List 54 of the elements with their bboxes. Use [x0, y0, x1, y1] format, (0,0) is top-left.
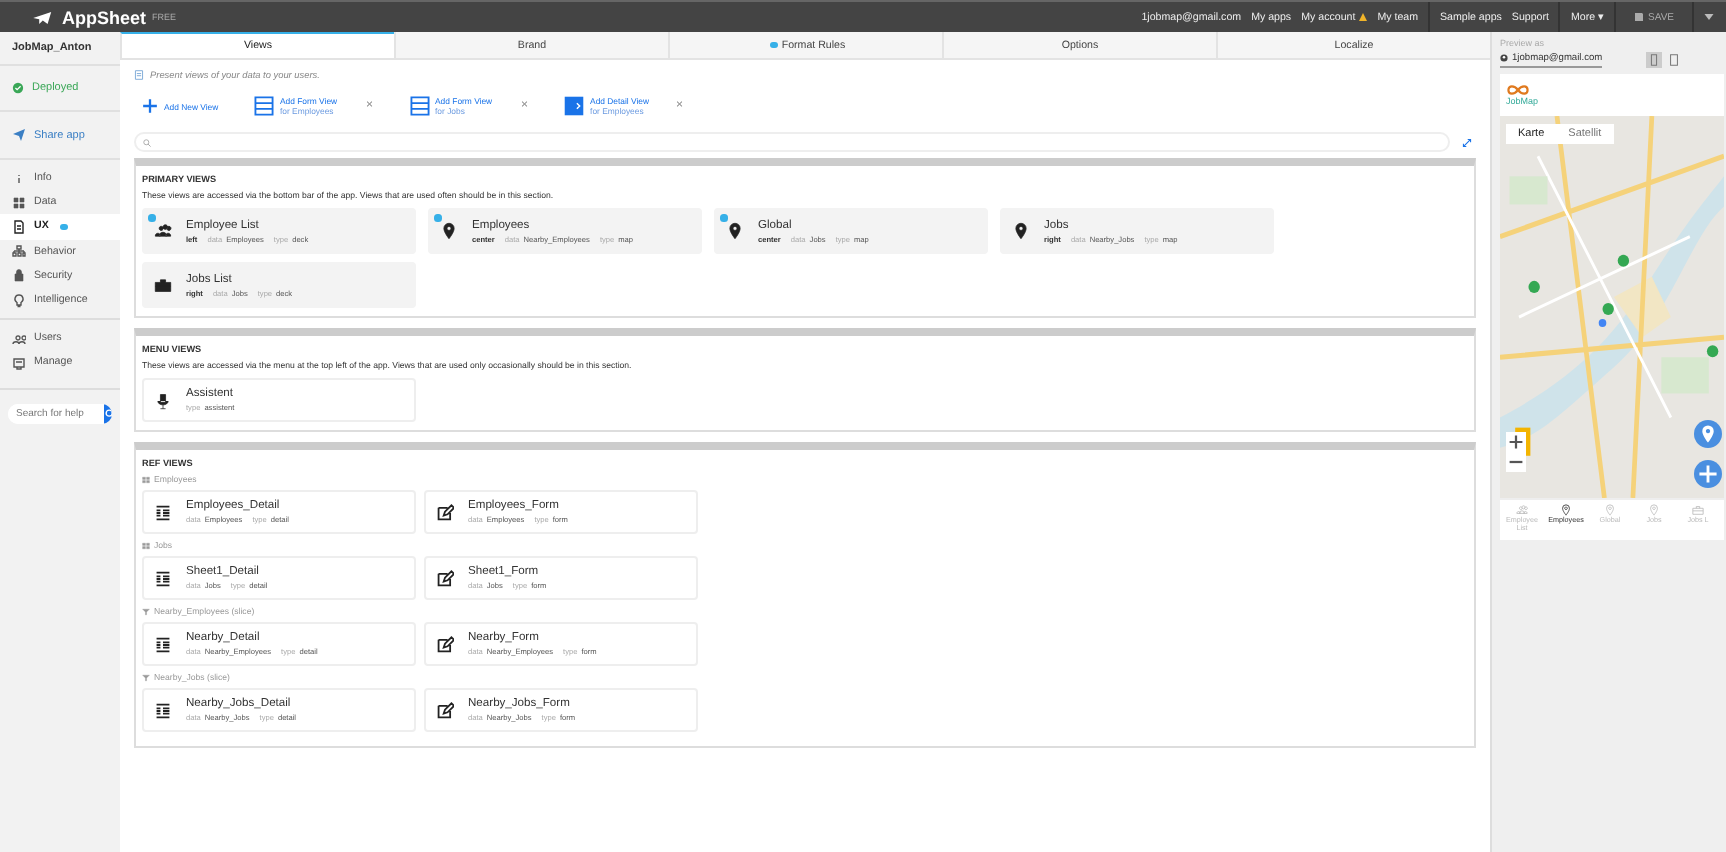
check-circle-icon — [12, 82, 24, 94]
caret-icon[interactable] — [1704, 14, 1714, 20]
briefcase-icon — [154, 276, 172, 294]
phone-button[interactable] — [1646, 52, 1663, 68]
logo-icon — [32, 9, 56, 25]
phone-icon — [1648, 54, 1661, 66]
map-pin-icon — [1560, 504, 1572, 516]
map-pin-icon — [1648, 504, 1660, 516]
form-icon — [409, 96, 430, 116]
info-icon — [12, 171, 26, 186]
brand-name: AppSheet — [62, 7, 147, 27]
microphone-icon — [154, 391, 172, 409]
filter-icon — [142, 673, 150, 681]
user-icon — [1500, 54, 1508, 62]
map-pin-icon — [726, 222, 744, 240]
briefcase-icon — [1692, 504, 1704, 516]
form-icon — [254, 96, 274, 116]
users-icon — [12, 331, 26, 346]
expand-icon[interactable] — [1462, 137, 1472, 147]
plus-icon — [1508, 434, 1524, 450]
edit-icon — [436, 701, 454, 719]
map-pin-icon — [1012, 222, 1030, 240]
tablet-button[interactable] — [1666, 52, 1683, 68]
paper-plane-icon — [12, 128, 26, 142]
people-icon — [154, 222, 172, 240]
lock-icon — [12, 268, 26, 283]
table-icon — [142, 541, 150, 549]
table-icon — [142, 475, 150, 483]
monitor-icon — [12, 355, 26, 370]
detail-list-icon — [154, 569, 172, 587]
document-icon — [12, 219, 26, 234]
map-pin-icon — [440, 222, 458, 240]
filter-icon — [142, 607, 150, 615]
infinity-logo-icon — [1506, 84, 1530, 96]
edit-icon — [436, 635, 454, 653]
bulb-icon — [12, 293, 26, 308]
search-icon — [142, 137, 152, 147]
detail-list-icon — [154, 701, 172, 719]
map-pin-icon — [1604, 504, 1616, 516]
detail-list-icon — [154, 503, 172, 521]
plus-icon — [142, 98, 158, 114]
search-field[interactable] — [134, 132, 1450, 152]
map-pin-icon — [1698, 424, 1718, 444]
people-icon — [1516, 504, 1528, 516]
document-icon — [134, 70, 144, 80]
edit-icon — [436, 569, 454, 587]
edit-icon — [436, 503, 454, 521]
plus-icon — [1698, 464, 1718, 484]
detail-list-icon — [154, 635, 172, 653]
zoom-in-button[interactable] — [1506, 432, 1526, 452]
grid-icon — [12, 195, 26, 210]
hierarchy-icon — [12, 244, 26, 259]
detail-icon — [564, 96, 585, 116]
tablet-icon — [1668, 54, 1681, 66]
